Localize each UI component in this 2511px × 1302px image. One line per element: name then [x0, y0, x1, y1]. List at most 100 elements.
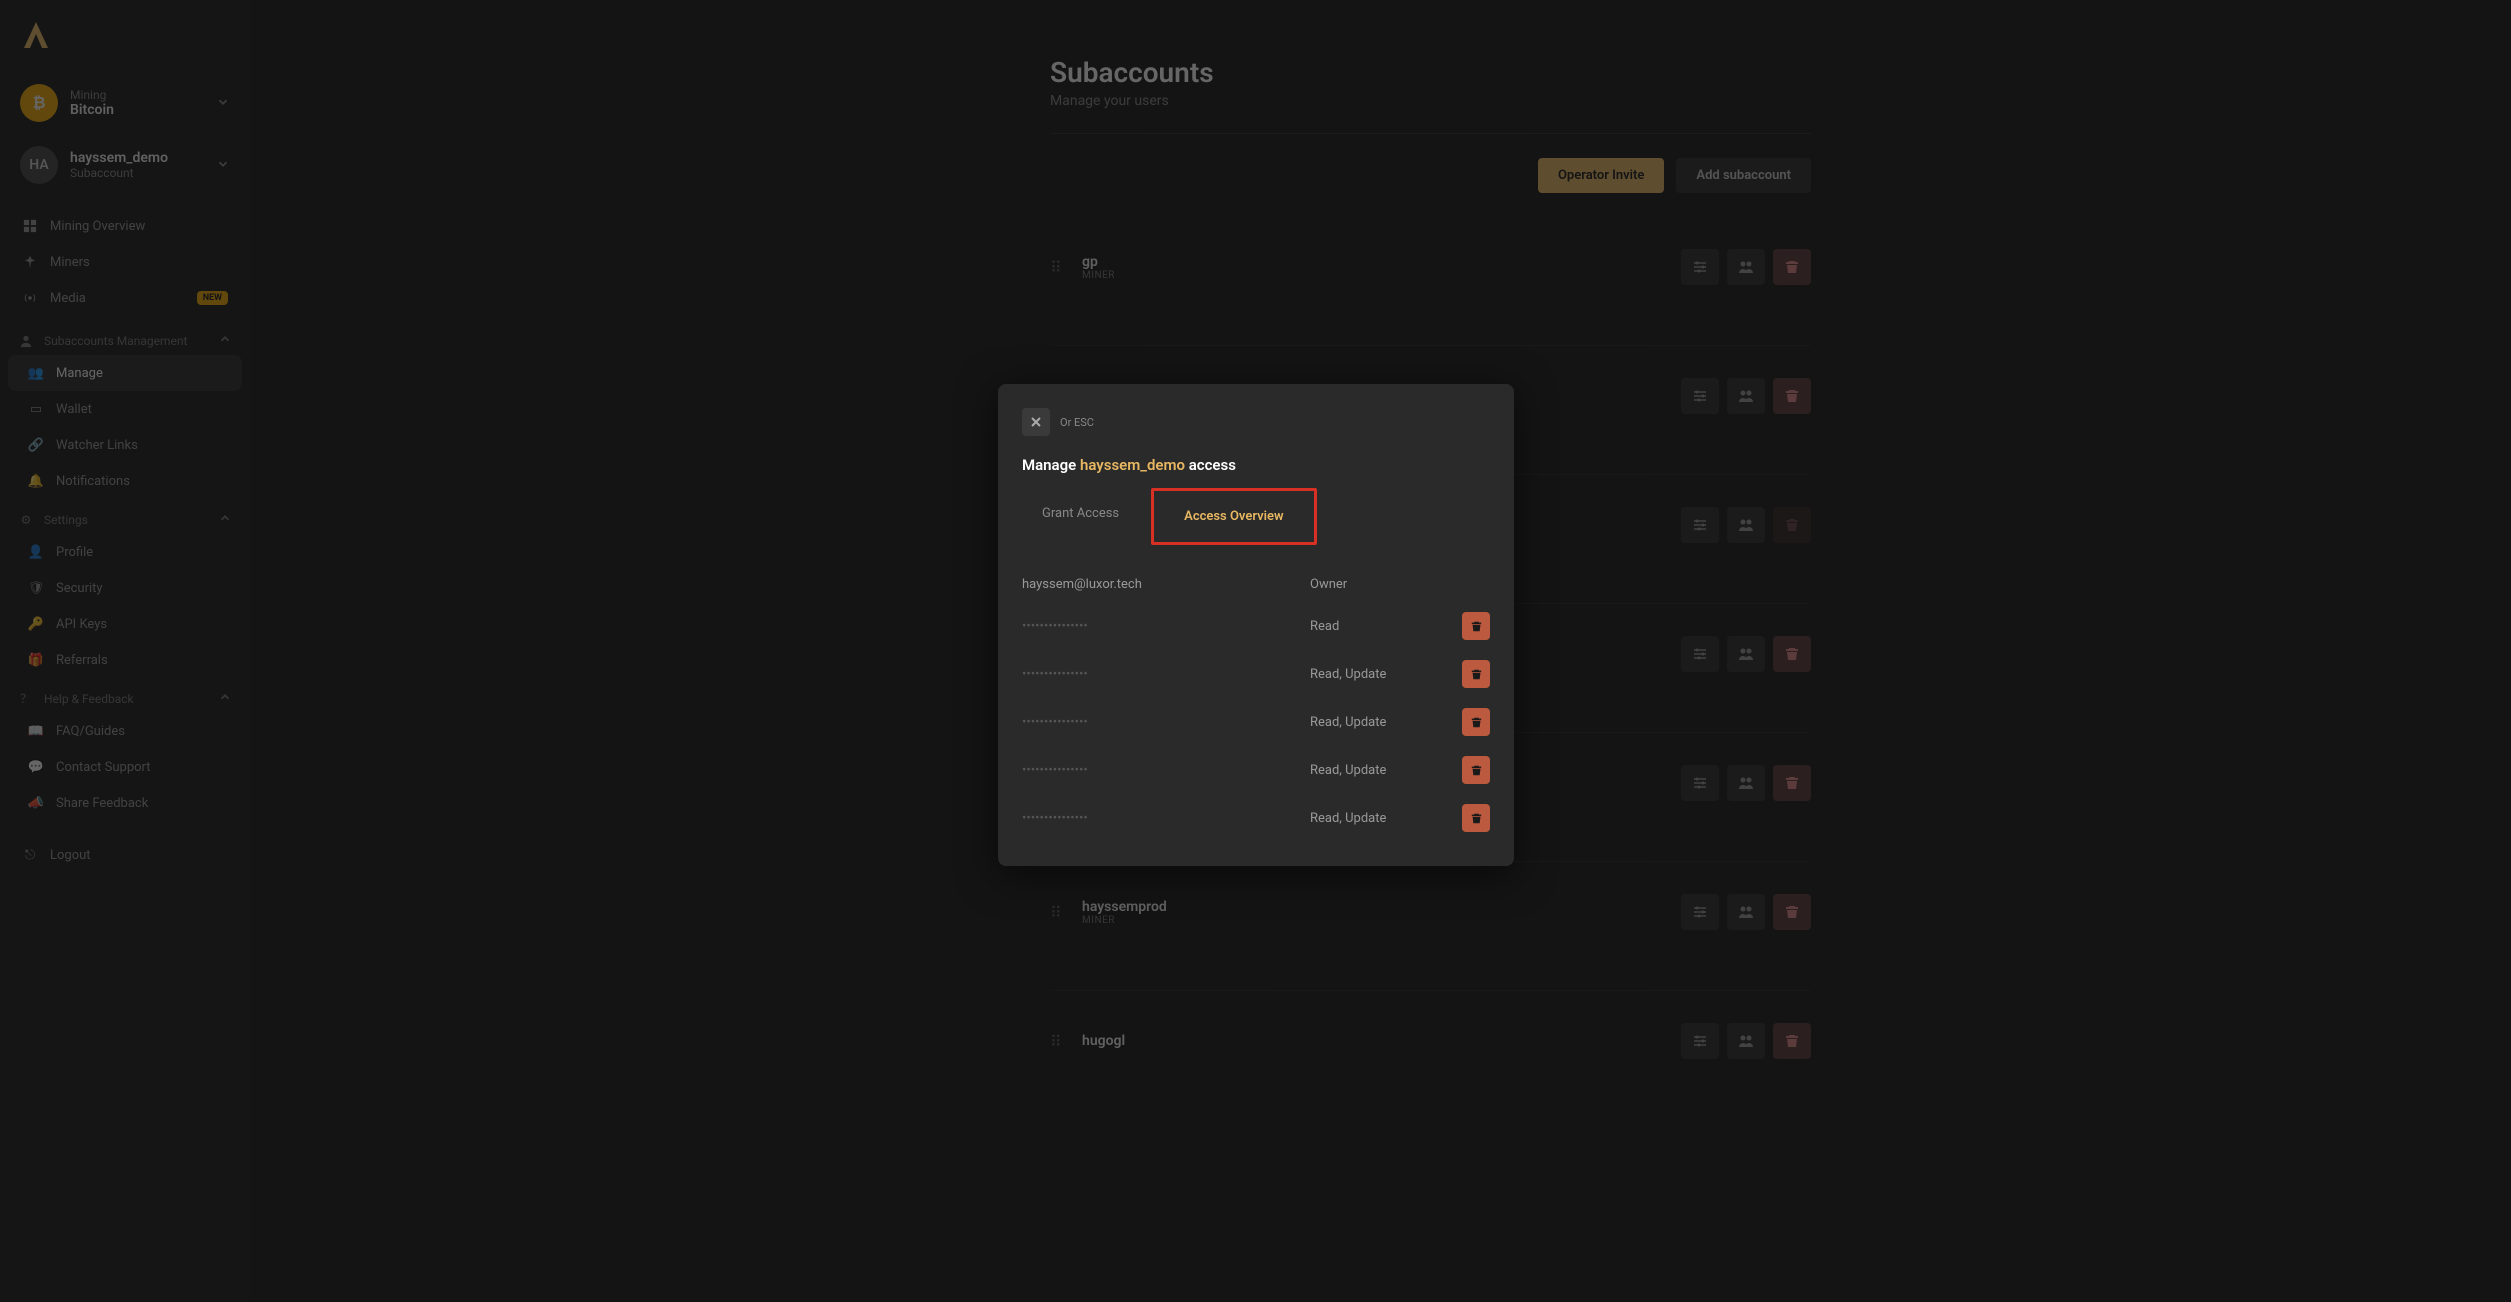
nav-api-keys[interactable]: 🔑API Keys — [8, 606, 242, 642]
bell-icon: 🔔 — [28, 473, 44, 489]
users-button[interactable] — [1727, 894, 1765, 930]
nav-group-label: Help & Feedback — [44, 692, 134, 706]
subaccount-name: hayssemprod — [1082, 899, 1681, 915]
nav-mining-overview[interactable]: Mining Overview — [8, 208, 242, 244]
drag-handle-icon[interactable]: ⠿ — [1050, 258, 1066, 277]
nav-contact-support[interactable]: 💬Contact Support — [8, 749, 242, 785]
trash-icon — [1471, 717, 1482, 728]
tab-access-overview[interactable]: Access Overview — [1151, 488, 1317, 545]
nav-settings-items: 👤Profile 🛡Security 🔑API Keys 🎁Referrals — [8, 534, 242, 678]
drag-handle-icon[interactable]: ⠿ — [1050, 1032, 1066, 1051]
modal-title-account: hayssem_demo — [1080, 456, 1185, 474]
delete-button[interactable] — [1773, 249, 1811, 285]
settings-button[interactable] — [1681, 765, 1719, 801]
users-icon — [1738, 1033, 1754, 1049]
nav-referrals[interactable]: 🎁Referrals — [8, 642, 242, 678]
mining-coin: Bitcoin — [70, 102, 216, 118]
access-email: ••••••••••••••• — [1022, 715, 1298, 730]
logo[interactable] — [8, 12, 242, 60]
user-icon — [18, 333, 34, 349]
users-button[interactable] — [1727, 378, 1765, 414]
users-button[interactable] — [1727, 1023, 1765, 1059]
delete-button[interactable] — [1773, 1023, 1811, 1059]
nav-share-feedback[interactable]: 📣Share Feedback — [8, 785, 242, 821]
settings-button[interactable] — [1681, 894, 1719, 930]
nav-manage[interactable]: 👥Manage — [8, 355, 242, 391]
remove-access-button[interactable] — [1462, 756, 1490, 784]
nav-label: Notifications — [56, 474, 130, 489]
gear-icon: ⚙ — [18, 512, 34, 528]
nav-label: Security — [56, 581, 103, 596]
settings-button[interactable] — [1681, 636, 1719, 672]
nav-media[interactable]: Media NEW — [8, 280, 242, 316]
delete-button[interactable] — [1773, 636, 1811, 672]
nav-miners[interactable]: Miners — [8, 244, 242, 280]
users-button[interactable] — [1727, 249, 1765, 285]
users-icon — [1738, 646, 1754, 662]
chevron-down-icon — [216, 156, 230, 175]
megaphone-icon: 📣 — [28, 795, 44, 811]
account-type: Subaccount — [70, 166, 216, 180]
nav-label: API Keys — [56, 617, 107, 632]
remove-access-button[interactable] — [1462, 612, 1490, 640]
nav-label: Wallet — [56, 402, 92, 417]
account-selector[interactable]: HA hayssem_demo Subaccount — [8, 138, 242, 192]
close-button[interactable] — [1022, 408, 1050, 436]
subaccount-name: hugogl — [1082, 1033, 1681, 1049]
remove-access-button[interactable] — [1462, 708, 1490, 736]
delete-button — [1773, 507, 1811, 543]
users-button[interactable] — [1727, 765, 1765, 801]
page-subtitle: Manage your users — [1050, 93, 1811, 109]
access-role: Read, Update — [1310, 763, 1450, 778]
access-role: Read, Update — [1310, 667, 1450, 682]
nav-group-settings[interactable]: ⚙ Settings — [8, 499, 242, 534]
settings-button[interactable] — [1681, 249, 1719, 285]
operator-invite-button[interactable]: Operator Invite — [1538, 158, 1664, 193]
settings-button[interactable] — [1681, 1023, 1719, 1059]
delete-button[interactable] — [1773, 378, 1811, 414]
nav-group-label: Settings — [44, 513, 88, 527]
mining-selector[interactable]: ₿ Mining Bitcoin — [8, 76, 242, 130]
nav-group-help[interactable]: ？ Help & Feedback — [8, 678, 242, 713]
users-icon: 👥 — [28, 365, 44, 381]
delete-button[interactable] — [1773, 765, 1811, 801]
nav-group-label: Subaccounts Management — [44, 334, 187, 348]
delete-button[interactable] — [1773, 894, 1811, 930]
luxor-logo-icon — [20, 20, 52, 52]
pickaxe-icon — [22, 254, 38, 270]
nav-group-subaccounts[interactable]: Subaccounts Management — [8, 320, 242, 355]
users-icon — [1738, 259, 1754, 275]
sliders-icon — [1692, 517, 1708, 533]
trash-icon — [1785, 1034, 1799, 1048]
access-row: hayssem@luxor.tech Owner — [1022, 567, 1490, 602]
page-title: Subaccounts — [1050, 56, 1811, 89]
tab-grant-access[interactable]: Grant Access — [1022, 494, 1139, 543]
nav-security[interactable]: 🛡Security — [8, 570, 242, 606]
nav-primary: Mining Overview Miners Media NEW — [8, 208, 242, 316]
nav-logout[interactable]: ⎋ Logout — [8, 837, 242, 873]
settings-button[interactable] — [1681, 378, 1719, 414]
add-subaccount-button[interactable]: Add subaccount — [1676, 158, 1811, 193]
help-icon: ？ — [18, 691, 34, 707]
nav-notifications[interactable]: 🔔 Notifications — [8, 463, 242, 499]
trash-icon — [1785, 389, 1799, 403]
book-icon: 📖 — [28, 723, 44, 739]
nav-faq[interactable]: 📖FAQ/Guides — [8, 713, 242, 749]
trash-icon — [1471, 813, 1482, 824]
remove-access-button[interactable] — [1462, 804, 1490, 832]
access-list: hayssem@luxor.tech Owner •••••••••••••••… — [1022, 567, 1490, 842]
nav-wallet[interactable]: ▭Wallet — [8, 391, 242, 427]
access-row: ••••••••••••••• Read, Update — [1022, 746, 1490, 794]
settings-button[interactable] — [1681, 507, 1719, 543]
close-icon — [1031, 417, 1041, 427]
users-button[interactable] — [1727, 507, 1765, 543]
trash-icon — [1785, 905, 1799, 919]
drag-handle-icon[interactable]: ⠿ — [1050, 903, 1066, 922]
nav-label: Referrals — [56, 653, 108, 668]
nav-profile[interactable]: 👤Profile — [8, 534, 242, 570]
access-email: ••••••••••••••• — [1022, 763, 1298, 778]
access-email: ••••••••••••••• — [1022, 667, 1298, 682]
remove-access-button[interactable] — [1462, 660, 1490, 688]
users-button[interactable] — [1727, 636, 1765, 672]
nav-watcher-links[interactable]: 🔗Watcher Links — [8, 427, 242, 463]
